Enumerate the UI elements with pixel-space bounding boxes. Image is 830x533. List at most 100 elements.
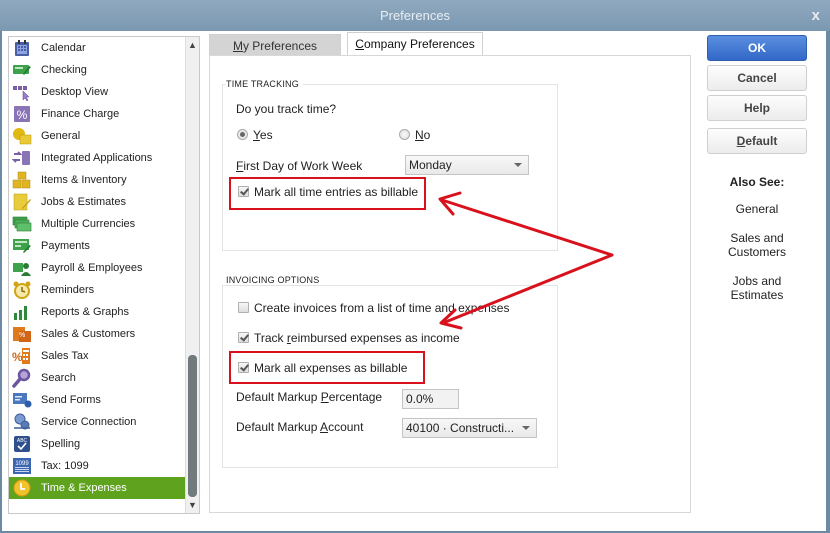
dialog-client-area: Calendar Checking Desktop View % Finance Cha… — [2, 31, 826, 531]
sidebar-item[interactable]: Service Connection — [9, 411, 186, 433]
create-invoices-label[interactable]: Create invoices from a list of time and … — [254, 301, 509, 315]
yes-accel: Y — [253, 128, 260, 142]
scroll-up-arrow-icon[interactable]: ▲ — [186, 38, 199, 52]
sidebar-item-label: Desktop View — [41, 86, 109, 98]
sidebar-item[interactable]: % Finance Charge — [9, 103, 186, 125]
sidebar-item[interactable]: Jobs & Estimates — [9, 191, 186, 213]
also-see-jobs-estimates-link[interactable]: Jobs and Estimates — [707, 274, 807, 302]
help-button[interactable]: Help — [707, 95, 807, 121]
close-icon[interactable]: x — [812, 7, 820, 24]
track-reimbursed-checkbox[interactable] — [238, 332, 249, 343]
tab-company-preferences[interactable]: Company Preferences — [347, 32, 483, 56]
markup-percentage-label: Default Markup Percentage — [236, 390, 382, 404]
first-day-rest: irst Day of Work Week — [243, 159, 363, 173]
yes-radio[interactable] — [237, 129, 248, 140]
ok-button[interactable]: OK — [707, 35, 807, 61]
sidebar-item-label: Sales Tax — [41, 350, 89, 362]
also-see-sales-customers-link[interactable]: Sales and Customers — [707, 231, 807, 259]
sidebar-item[interactable]: Reminders — [9, 279, 186, 301]
sidebar-item[interactable]: % Sales & Customers — [9, 323, 186, 345]
markup-percentage-input[interactable]: 0.0% — [402, 389, 459, 409]
category-items: Calendar Checking Desktop View % Finance Cha… — [9, 37, 186, 499]
sidebar-item[interactable]: Time & Expenses — [9, 477, 186, 499]
markup-account-rest: ccount — [328, 420, 364, 434]
also-see-header: Also See: — [729, 175, 785, 189]
sidebar-item-label: Integrated Applications — [41, 152, 153, 164]
also-see-general-link[interactable]: General — [707, 202, 807, 216]
no-radio-label[interactable]: No — [415, 128, 430, 142]
create-invoices-checkbox[interactable] — [238, 302, 249, 313]
sidebar-item[interactable]: Search — [9, 367, 186, 389]
sidebar-item[interactable]: Reports & Graphs — [9, 301, 186, 323]
sidebar-item-label: Payments — [41, 240, 90, 252]
svg-text:1099: 1099 — [15, 461, 29, 467]
sidebar-item[interactable]: Calendar — [9, 37, 186, 59]
sidebar-item[interactable]: Payroll & Employees — [9, 257, 186, 279]
default-button[interactable]: Default — [707, 128, 807, 154]
yes-radio-label[interactable]: Yes — [253, 128, 273, 142]
sidebar-item-label: Search — [41, 372, 76, 384]
tab-accel: M — [232, 39, 243, 53]
chevron-down-icon — [514, 163, 522, 167]
spelling-icon: ABC — [11, 434, 33, 454]
sidebar-item-label: Reminders — [41, 284, 95, 296]
notepad-icon — [11, 192, 33, 212]
sidebar-item[interactable]: ABC Spelling — [9, 433, 186, 455]
cancel-button[interactable]: Cancel — [707, 65, 807, 91]
link-line: Jobs and — [732, 274, 782, 288]
sidebar-item-label: Calendar — [41, 42, 86, 54]
svg-text:%: % — [17, 108, 28, 122]
sidebar-item[interactable]: Integrated Applications — [9, 147, 186, 169]
currency-icon — [11, 214, 33, 234]
scroll-thumb[interactable] — [188, 355, 197, 497]
sidebar-item-label: Items & Inventory — [41, 174, 127, 186]
tab-label: ompany Preferences — [363, 37, 475, 51]
title-bar: Preferences x — [0, 0, 830, 31]
track-reimbursed-pre: Track — [254, 331, 287, 345]
track-reimbursed-label[interactable]: Track reimbursed expenses as income — [254, 331, 460, 345]
sidebar-item-label: Spelling — [41, 438, 81, 450]
track-time-question: Do you track time? — [236, 102, 337, 116]
markup-account-value: 40100 · Constructi... — [406, 421, 515, 435]
sidebar-item[interactable]: Items & Inventory — [9, 169, 186, 191]
tab-my-preferences[interactable]: My Preferences — [209, 34, 341, 56]
calendar-icon — [11, 38, 33, 58]
link-line: Customers — [727, 245, 786, 259]
sidebar-item[interactable]: Multiple Currencies — [9, 213, 186, 235]
list-scrollbar[interactable]: ▲ ▼ — [185, 37, 199, 513]
sidebar-item-label: Service Connection — [41, 416, 137, 428]
no-radio[interactable] — [399, 129, 410, 140]
boxes-icon — [11, 170, 33, 190]
sidebar-item-label: Time & Expenses — [41, 482, 127, 494]
sidebar-item-label: Send Forms — [41, 394, 101, 406]
sidebar-item[interactable]: General — [9, 125, 186, 147]
markup-account-accel: A — [320, 420, 329, 434]
sidebar-item[interactable]: % Sales Tax — [9, 345, 186, 367]
sidebar-item[interactable]: Send Forms — [9, 389, 186, 411]
markup-account-dropdown[interactable]: 40100 · Constructi... — [402, 418, 537, 438]
track-reimbursed-rest: eimbursed expenses as income — [290, 331, 460, 345]
markup-account-label: Default Markup Account — [236, 420, 363, 434]
first-day-dropdown[interactable]: Monday — [405, 155, 529, 175]
percent-icon: % — [11, 104, 33, 124]
sidebar-item[interactable]: 1099 Tax: 1099 — [9, 455, 186, 477]
highlight-box-expenses-billable — [229, 351, 425, 384]
default-rest: efault — [745, 134, 778, 148]
invoicing-options-group-label: INVOICING OPTIONS — [226, 275, 324, 285]
sidebar-item[interactable]: Checking — [9, 59, 186, 81]
sidebar-item[interactable]: Payments — [9, 235, 186, 257]
sidebar-item[interactable]: Desktop View — [9, 81, 186, 103]
clock-icon — [11, 478, 33, 498]
first-day-label: First Day of Work Week — [236, 159, 362, 173]
preference-category-list: Calendar Checking Desktop View % Finance Cha… — [8, 36, 200, 514]
tax-1099-icon: 1099 — [11, 456, 33, 476]
link-line: Sales and — [730, 231, 784, 245]
checking-icon — [11, 60, 33, 80]
tab-label: y Preferences — [242, 39, 318, 53]
link-line: Estimates — [730, 288, 784, 302]
sidebar-item-label: General — [41, 130, 81, 142]
chevron-down-icon — [522, 426, 530, 430]
sidebar-item-label: Payroll & Employees — [41, 262, 143, 274]
time-tracking-group-label: TIME TRACKING — [226, 79, 303, 89]
scroll-down-arrow-icon[interactable]: ▼ — [186, 498, 199, 512]
